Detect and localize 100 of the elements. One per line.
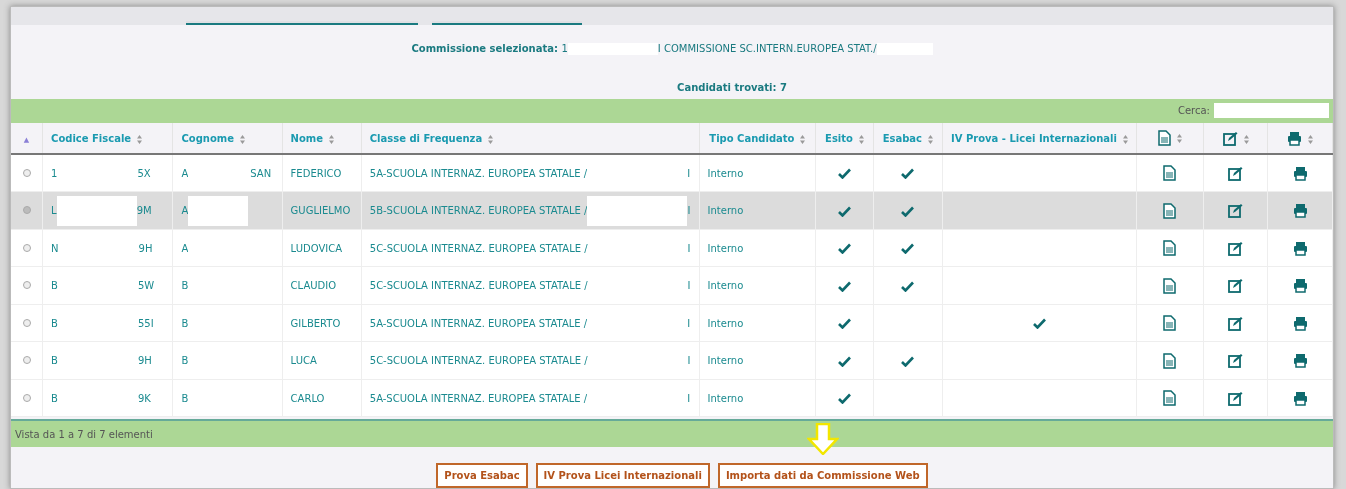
column-header[interactable]: Esito bbox=[825, 132, 853, 144]
sort-icon[interactable] bbox=[800, 134, 806, 144]
radio-button[interactable] bbox=[22, 168, 31, 177]
printer-icon[interactable] bbox=[1292, 353, 1308, 369]
edit-icon[interactable] bbox=[1228, 278, 1244, 294]
table-cell-text: 5C-SCUOLA INTERNAZ. EUROPEA STATALE / bbox=[369, 241, 588, 256]
printer-icon[interactable] bbox=[1292, 315, 1308, 331]
action-button[interactable]: Prova Esabac bbox=[436, 463, 528, 488]
sort-icon[interactable] bbox=[1122, 134, 1128, 144]
table-cell-text: B bbox=[181, 391, 189, 406]
printer-icon[interactable] bbox=[1292, 166, 1308, 182]
document-icon[interactable] bbox=[1163, 315, 1177, 332]
edit-icon[interactable] bbox=[1222, 131, 1238, 147]
radio-button[interactable] bbox=[22, 243, 31, 252]
printer-icon[interactable] bbox=[1287, 131, 1303, 147]
column-header[interactable]: Nome bbox=[290, 132, 324, 144]
search-label: Cerca: bbox=[1177, 104, 1210, 119]
printer-icon[interactable] bbox=[1292, 390, 1308, 406]
table-cell-text: 9H bbox=[137, 354, 152, 369]
sort-icon[interactable] bbox=[1243, 134, 1249, 144]
edit-icon[interactable] bbox=[1228, 315, 1244, 331]
printer-icon[interactable] bbox=[1292, 240, 1308, 256]
document-icon[interactable] bbox=[1163, 390, 1177, 407]
redaction-block bbox=[188, 195, 249, 226]
table-cell-text: I bbox=[687, 279, 691, 294]
action-button[interactable]: Importa dati da Commissione Web bbox=[717, 463, 928, 488]
document-icon[interactable] bbox=[1163, 277, 1177, 294]
table-cell-text: 5X bbox=[137, 166, 151, 181]
sort-icon[interactable] bbox=[1176, 134, 1182, 144]
sort-icon[interactable] bbox=[240, 134, 246, 144]
document-icon[interactable] bbox=[1163, 165, 1177, 182]
document-icon[interactable] bbox=[1163, 202, 1177, 219]
sort-icon[interactable] bbox=[488, 134, 494, 144]
edit-icon[interactable] bbox=[1228, 390, 1244, 406]
table-cell-text: L bbox=[51, 204, 57, 219]
check-icon bbox=[901, 168, 915, 180]
table-cell: FEDERICO bbox=[282, 154, 362, 192]
table-cell: GUGLIELMO bbox=[282, 191, 362, 230]
table-cell-text: I bbox=[687, 391, 691, 406]
document-icon[interactable] bbox=[1157, 130, 1171, 147]
radio-button[interactable] bbox=[22, 281, 31, 290]
tab-edge[interactable] bbox=[186, 20, 418, 25]
table-cell-text: 9K bbox=[137, 391, 151, 406]
table-cell-text: 55I bbox=[137, 316, 154, 331]
column-header[interactable]: Cognome bbox=[181, 132, 235, 144]
table-cell: Interno bbox=[699, 191, 816, 230]
table-cell-text: I bbox=[687, 316, 691, 331]
check-icon bbox=[838, 243, 851, 255]
check-icon bbox=[901, 243, 915, 255]
result-count: Candidati trovati: 7 bbox=[677, 81, 787, 93]
commission-name: I COMMISSIONE SC.INTERN.EUROPEA STAT./ bbox=[657, 42, 877, 54]
table-cell-text: SAN bbox=[250, 166, 272, 181]
edit-icon[interactable] bbox=[1228, 353, 1244, 369]
table-cell-text: A bbox=[181, 166, 189, 181]
sort-icon[interactable] bbox=[928, 134, 934, 144]
table-cell: Interno bbox=[699, 341, 816, 380]
document-icon[interactable] bbox=[1163, 352, 1177, 369]
action-button[interactable]: IV Prova Licei Internazionali bbox=[535, 463, 710, 488]
table-cell: CARLO bbox=[282, 379, 362, 417]
table-cell-text: 1 bbox=[51, 166, 58, 181]
table-cell-text: 9H bbox=[138, 241, 153, 256]
radio-button[interactable] bbox=[22, 393, 31, 402]
table-cell-text: 5W bbox=[137, 279, 155, 294]
column-header[interactable]: Classe di Frequenza bbox=[369, 132, 483, 144]
check-icon bbox=[838, 393, 851, 405]
printer-icon[interactable] bbox=[1292, 203, 1308, 219]
search-field[interactable] bbox=[1214, 103, 1329, 119]
sort-icon[interactable] bbox=[329, 134, 335, 144]
radio-button[interactable] bbox=[22, 318, 31, 327]
table-cell-text: B bbox=[51, 279, 58, 294]
document-icon[interactable] bbox=[1163, 240, 1177, 257]
check-icon bbox=[838, 318, 851, 330]
table-cell: Interno bbox=[699, 154, 816, 192]
check-icon bbox=[1032, 318, 1046, 330]
table-cell: LUCA bbox=[282, 341, 362, 380]
sort-icon[interactable] bbox=[858, 134, 864, 144]
table-cell-text: I bbox=[687, 166, 691, 181]
commission-name: 1 bbox=[561, 42, 568, 54]
radio-button[interactable] bbox=[22, 356, 31, 365]
table-cell: LUDOVICA bbox=[282, 229, 362, 267]
table-cell-text: 5B-SCUOLA INTERNAZ. EUROPEA STATALE / bbox=[369, 204, 588, 219]
table-cell-text: A bbox=[181, 241, 189, 256]
printer-icon[interactable] bbox=[1292, 278, 1308, 294]
table-cell-text: B bbox=[51, 391, 58, 406]
tab-edge[interactable] bbox=[432, 20, 582, 25]
edit-icon[interactable] bbox=[1228, 203, 1244, 219]
radio-button[interactable] bbox=[22, 206, 31, 215]
table-cell: Interno bbox=[699, 304, 816, 342]
table-cell-text: 5A-SCUOLA INTERNAZ. EUROPEA STATALE / bbox=[369, 316, 588, 331]
check-icon bbox=[838, 355, 851, 367]
edit-icon[interactable] bbox=[1228, 166, 1244, 182]
sort-icon[interactable] bbox=[1308, 134, 1314, 144]
table-cell-text: 5C-SCUOLA INTERNAZ. EUROPEA STATALE / bbox=[369, 354, 588, 369]
table-cell-text: A bbox=[181, 204, 189, 219]
table-cell-text: 9M bbox=[136, 204, 152, 219]
table-cell-text: B bbox=[51, 316, 58, 331]
check-icon bbox=[901, 205, 915, 217]
edit-icon[interactable] bbox=[1228, 240, 1244, 256]
table-cell-text: I bbox=[687, 241, 691, 256]
sort-icon[interactable] bbox=[137, 134, 143, 144]
